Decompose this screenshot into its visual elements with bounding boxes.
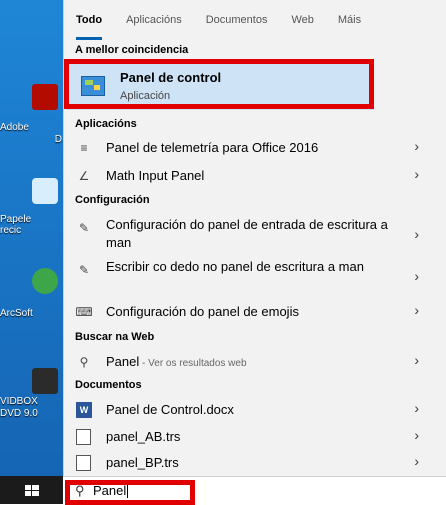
tab-web[interactable]: Web [279,0,325,40]
section-apps: Aplicacións [75,118,137,130]
chevron-right-icon[interactable]: › [414,427,419,443]
web-query: Panel [106,354,140,369]
chevron-right-icon[interactable]: › [414,352,419,368]
telemetry-icon: ≡ [80,141,88,155]
file-icon [76,429,91,445]
chevron-right-icon[interactable]: › [414,226,419,242]
windows-start-icon[interactable] [25,485,39,497]
search-results-panel: Todo Aplicacións Documentos Web Máis A m… [63,0,446,476]
chevron-right-icon[interactable]: › [414,166,419,182]
result-math-input-panel[interactable]: ∠ Math Input Panel › [64,164,446,188]
highlight-box-best-match [64,59,374,109]
pen-icon: ✎ [78,221,90,235]
desktop: Adobe D Papele recic ArcSoft VIDBOX DVD … [0,0,63,476]
keyboard-icon: ⌨ [75,305,93,319]
math-input-icon: ∠ [78,169,90,183]
section-settings: Configuración [75,194,150,206]
result-doc-panel-ab[interactable]: panel_AB.trs › [64,426,446,448]
search-bar[interactable]: ⚲ Panel [63,476,446,505]
word-doc-icon: W [76,402,92,418]
tab-more[interactable]: Máis [326,0,373,40]
result-handwriting-panel-settings[interactable]: ✎ Configuración do panel de entrada de e… [64,214,446,254]
result-doc-panel-de-control[interactable]: W Panel de Control.docx › [64,399,446,421]
web-suffix: - Ver os resultados web [139,358,247,369]
tab-all[interactable]: Todo [64,0,114,40]
chevron-right-icon[interactable]: › [414,268,419,284]
chevron-right-icon[interactable]: › [414,453,419,469]
tab-apps[interactable]: Aplicacións [114,0,194,40]
result-emoji-panel-settings[interactable]: ⌨ Configuración do panel de emojis › [64,300,446,324]
chevron-right-icon[interactable]: › [414,138,419,154]
tab-documents[interactable]: Documentos [194,0,280,40]
result-office-telemetry[interactable]: ≡ Panel de telemetría para Office 2016 › [64,136,446,160]
section-best-match: A mellor coincidencia [75,44,189,56]
file-icon [76,455,91,471]
filter-tabs: Todo Aplicacións Documentos Web Máis [64,0,446,40]
chevron-right-icon[interactable]: › [414,302,419,318]
pen-icon: ✎ [78,263,90,277]
result-web-search[interactable]: ⚲ Panel - Ver os resultados web › [64,350,446,374]
result-write-with-finger[interactable]: ✎ Escribir co dedo no panel de escritura… [64,256,446,296]
result-doc-panel-bp[interactable]: panel_BP.trs › [64,452,446,474]
chevron-right-icon[interactable]: › [414,400,419,416]
search-icon: ⚲ [79,355,89,369]
section-web-search: Buscar na Web [75,331,155,343]
taskbar [0,476,63,504]
highlight-box-search [65,480,195,505]
section-documents: Documentos [75,379,142,391]
